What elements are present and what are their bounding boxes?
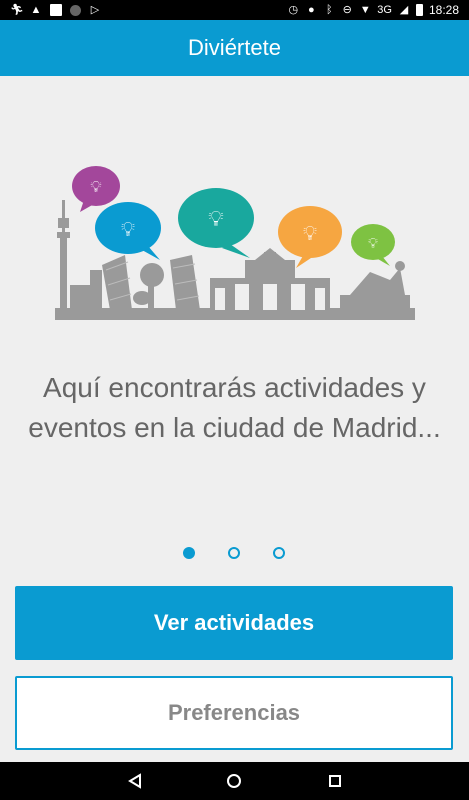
kio-tower-left-icon (102, 255, 132, 310)
svg-text:💡︎: 💡︎ (121, 219, 135, 241)
do-not-disturb-icon: ⊖ (342, 4, 352, 16)
app-bar: Diviértete (0, 20, 469, 76)
svg-text:💡︎: 💡︎ (368, 235, 378, 251)
recents-icon[interactable] (326, 772, 344, 790)
svg-text:💡︎: 💡︎ (90, 179, 101, 196)
play-store-icon: ▷ (90, 4, 100, 16)
square-icon (50, 4, 62, 16)
bear-and-tree-icon (133, 263, 164, 310)
cibeles-fountain-icon (340, 261, 410, 310)
preferencias-button[interactable]: Preferencias (15, 676, 453, 750)
speech-bubble-orange-icon: 💡︎ (278, 206, 342, 268)
svg-text:💡︎: 💡︎ (208, 206, 223, 231)
kio-tower-right-icon (170, 255, 200, 310)
bluetooth-icon: ᛒ (325, 4, 333, 16)
page-dot-2[interactable] (228, 547, 240, 559)
location-icon: ● (307, 4, 315, 16)
circle-icon (70, 4, 81, 16)
back-icon[interactable] (126, 772, 144, 790)
page-indicator (0, 547, 469, 563)
wifi-icon: ▼ (359, 4, 371, 16)
runner-icon: 🏃︎ (10, 4, 24, 16)
page-dot-3[interactable] (273, 547, 285, 559)
app-title: Diviértete (188, 35, 281, 60)
ver-actividades-button[interactable]: Ver actividades (15, 586, 453, 660)
torrespana-tower-icon (57, 200, 70, 310)
signal-icon: ◢ (399, 4, 409, 16)
madrid-skyline-illustration: 💡︎ 💡︎ 💡︎ 💡︎ 💡︎ (55, 166, 415, 320)
page-dot-1[interactable] (183, 547, 195, 559)
alarm-icon: ◷ (288, 4, 299, 16)
svg-text:💡︎: 💡︎ (303, 223, 317, 245)
navigation-bar (0, 762, 469, 800)
network-type: 3G (377, 4, 392, 16)
onboarding-message: Aquí encontrarás actividades y eventos e… (28, 372, 441, 443)
status-bar: 🏃︎ ▲ ▷ ◷ ● ᛒ ⊖ ▼ 3G ◢ 18:28 (0, 0, 469, 20)
speech-bubble-teal-icon: 💡︎ (178, 188, 254, 258)
home-icon[interactable] (225, 772, 243, 790)
speech-bubble-blue-icon: 💡︎ (95, 202, 161, 260)
battery-icon (415, 4, 423, 16)
warning-icon: ▲ (30, 4, 42, 16)
speech-bubble-green-icon: 💡︎ (351, 224, 395, 266)
clock: 18:28 (428, 3, 459, 17)
